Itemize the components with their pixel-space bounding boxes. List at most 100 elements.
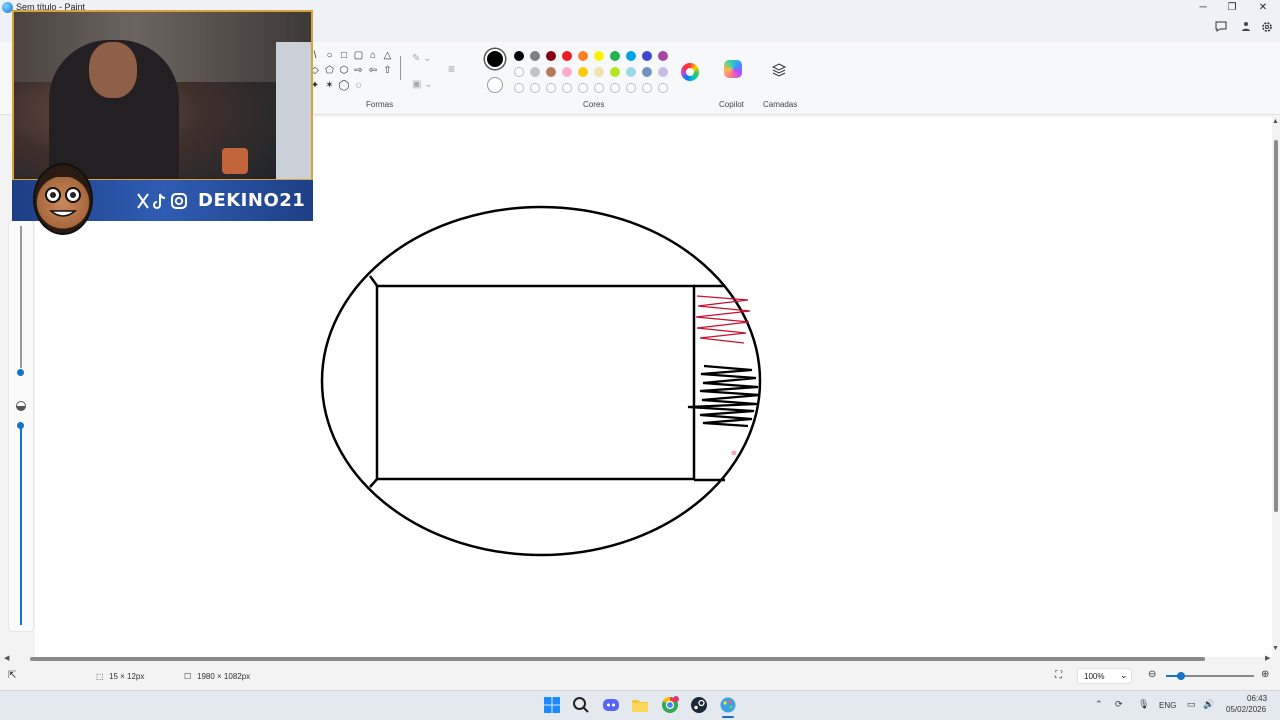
custom-color-slot[interactable] [530, 83, 540, 93]
custom-color-slot[interactable] [514, 83, 524, 93]
shape-option[interactable]: ⌂ [367, 50, 379, 62]
color-swatch[interactable] [514, 51, 524, 61]
color-swatch[interactable] [626, 51, 636, 61]
shape-option[interactable]: ◌ [353, 80, 365, 92]
chrome-icon[interactable] [661, 696, 679, 714]
opacity-slider-thumb[interactable] [17, 422, 24, 429]
custom-color-slot[interactable] [642, 83, 652, 93]
color-swatch[interactable] [658, 67, 668, 77]
shapes-group-label: Formas [366, 100, 394, 109]
layers-group-label: Camadas [763, 100, 798, 109]
horizontal-scroll-thumb[interactable] [30, 657, 1205, 661]
color-swatch[interactable] [562, 67, 572, 77]
color-swatch[interactable] [578, 67, 588, 77]
selection-size: 15 × 12px [109, 672, 145, 681]
zoom-out-icon[interactable]: ⊖ [1148, 669, 1156, 680]
microphone-icon[interactable]: 🎙 [1138, 699, 1149, 710]
instagram-logo-icon [171, 193, 187, 209]
show-hidden-icons-chevron[interactable]: ⌃ [1095, 699, 1103, 710]
shape-option[interactable]: ⬡ [338, 65, 350, 77]
color-swatch[interactable] [546, 51, 556, 61]
custom-color-slot[interactable] [610, 83, 620, 93]
shape-option[interactable]: ◯ [338, 80, 350, 92]
copilot-icon[interactable] [724, 60, 742, 78]
fit-to-window-icon[interactable]: ⛶ [1055, 670, 1062, 681]
chevron-down-icon: ⌄ [1120, 670, 1128, 680]
custom-color-slot[interactable] [626, 83, 636, 93]
color-swatch[interactable] [642, 67, 652, 77]
shape-option[interactable]: ⬠ [324, 65, 336, 77]
shape-option[interactable]: ▢ [353, 50, 365, 62]
steam-icon[interactable] [690, 696, 708, 714]
color-swatch[interactable] [594, 67, 604, 77]
black-scribble [687, 364, 761, 428]
scroll-down-arrow[interactable]: ▼ [1272, 645, 1279, 652]
language-indicator[interactable]: ENG [1159, 701, 1176, 710]
discord-icon[interactable] [602, 696, 620, 714]
custom-color-slot[interactable] [562, 83, 572, 93]
color-swatch[interactable] [546, 67, 556, 77]
shape-option[interactable]: △ [382, 50, 394, 62]
brush-size-slider-track[interactable] [20, 226, 22, 368]
color-swatch[interactable] [658, 51, 668, 61]
color-swatch[interactable] [578, 51, 588, 61]
scroll-left-arrow[interactable]: ◀ [4, 654, 9, 662]
paint-taskbar-icon[interactable] [719, 696, 737, 714]
clock-date[interactable]: 05/02/2026 [1226, 705, 1266, 714]
close-button[interactable]: ✕ [1248, 0, 1278, 16]
color-swatch[interactable] [562, 51, 572, 61]
tiktok-logo-icon [153, 193, 166, 209]
sync-icon[interactable]: ⟳ [1115, 699, 1123, 710]
layers-icon[interactable] [771, 62, 787, 82]
network-icon[interactable]: ▭ [1187, 699, 1196, 710]
volume-icon[interactable]: 🔊 [1203, 699, 1214, 710]
windows-start-icon[interactable] [543, 696, 561, 714]
zoom-in-icon[interactable]: ⊕ [1261, 669, 1269, 680]
color-swatch[interactable] [610, 51, 620, 61]
scroll-up-arrow[interactable]: ▲ [1272, 118, 1279, 125]
webcam-mug [222, 148, 248, 174]
vertical-scroll-thumb[interactable] [1274, 140, 1278, 512]
scroll-right-arrow[interactable]: ▶ [1265, 654, 1270, 662]
opacity-slider-track[interactable] [20, 425, 22, 625]
color-swatch[interactable] [610, 67, 620, 77]
shape-option[interactable]: □ [338, 50, 350, 62]
shape-option[interactable]: ⇧ [382, 65, 394, 77]
search-icon[interactable] [572, 696, 590, 714]
primary-color-swatch[interactable] [485, 49, 505, 69]
shape-fill-icon[interactable]: ▣ ⌄ [412, 79, 433, 90]
shape-option[interactable]: ⇦ [367, 65, 379, 77]
custom-color-slot[interactable] [578, 83, 588, 93]
settings-gear-icon[interactable] [1261, 21, 1273, 36]
custom-color-slot[interactable] [594, 83, 604, 93]
line-width-icon[interactable]: ≡ [448, 62, 455, 76]
color-swatch[interactable] [642, 51, 652, 61]
maximize-button[interactable]: ❐ [1217, 0, 1247, 16]
file-explorer-icon[interactable] [631, 696, 649, 714]
shape-option[interactable]: ○ [324, 50, 336, 62]
shape-option[interactable]: ⇨ [353, 65, 365, 77]
minimize-button[interactable]: ─ [1188, 0, 1218, 16]
copilot-group-label: Copilot [719, 100, 744, 109]
shapes-gallery-scroll[interactable] [400, 56, 401, 80]
custom-color-slot[interactable] [658, 83, 668, 93]
webcam-overlay [12, 10, 313, 181]
color-swatch[interactable] [530, 51, 540, 61]
active-app-indicator [722, 716, 734, 718]
brush-size-slider-thumb[interactable] [17, 369, 24, 376]
edit-colors-icon[interactable] [681, 63, 699, 81]
color-swatch[interactable] [594, 51, 604, 61]
zoom-value: 100% [1084, 672, 1105, 681]
zoom-slider-thumb[interactable] [1177, 672, 1185, 680]
color-swatch[interactable] [514, 67, 524, 77]
feedback-icon[interactable] [1215, 21, 1227, 35]
clock-time[interactable]: 06:43 [1247, 694, 1267, 703]
zoom-dropdown[interactable]: 100% ⌄ [1077, 668, 1132, 684]
shape-outline-icon[interactable]: ✎ ⌄ [412, 53, 432, 64]
shape-option[interactable]: ✶ [324, 80, 336, 92]
custom-color-slot[interactable] [546, 83, 556, 93]
color-swatch[interactable] [530, 67, 540, 77]
color-swatch[interactable] [626, 67, 636, 77]
account-icon[interactable] [1242, 21, 1250, 34]
secondary-color-swatch[interactable] [487, 77, 503, 93]
